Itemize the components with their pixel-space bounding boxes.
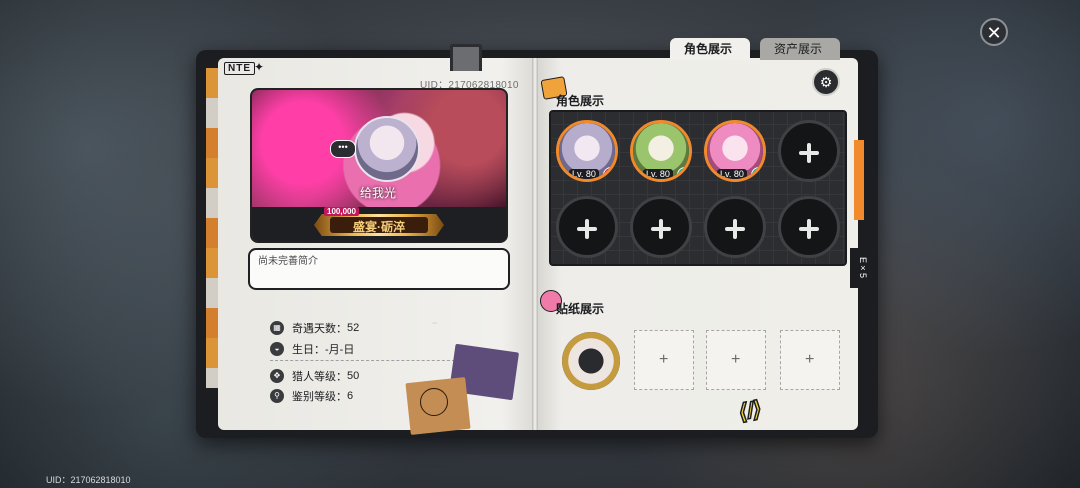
character-slot[interactable]: Lv. 80 [630,120,692,182]
tab-asset-display[interactable]: 资产展示 [760,38,840,60]
character-slot[interactable]: Lv. 80 [704,120,766,182]
character-level: Lv. 80 [569,169,599,179]
section-title-characters: 角色展示 [556,94,605,108]
book-spine [532,58,538,430]
character-level: Lv. 80 [717,169,747,179]
bear-doodle-icon [420,388,448,416]
sticker-slot-empty[interactable]: + [706,330,766,390]
hunter-icon: ✥ [270,369,284,383]
settings-button[interactable]: ⚙ [812,68,840,96]
sticker-slot-empty[interactable]: + [780,330,840,390]
empty-character-slot[interactable] [778,196,840,258]
tab-character-display[interactable]: 角色展示 [670,38,750,60]
sticker-slot-filled[interactable] [562,332,620,390]
footer-uid: UID：217062818010 [46,475,131,485]
gear-icon: ⚙ [819,74,833,90]
stat-appraisal-level: ⚲ 鉴别等级：6 [270,388,353,404]
player-name: 给我光 [360,186,397,200]
plus-icon: + [731,351,741,368]
stat-label: 生日： [292,344,325,356]
magnifier-icon: ⚲ [270,389,284,403]
sparkle-icon: ✦ [254,60,265,74]
character-slot[interactable]: Lv. 80 [556,120,618,182]
plus-icon: + [805,351,815,368]
section-title-stickers: 贴纸展示 [556,302,605,316]
plus-icon: + [659,351,669,368]
stat-label: 猎人等级： [292,371,347,383]
empty-character-slot[interactable] [556,196,618,258]
avatar[interactable] [354,116,420,182]
watermark-scribble: ~ [431,317,438,329]
player-title: 盛宴·砺淬 [353,220,405,234]
bio-text: 尚未完善简介 [258,256,318,267]
graffiti-decoration: ⟨/⟩ [735,395,764,426]
stat-hunter-level: ✥ 猎人等级：50 [270,368,359,384]
cake-icon: ◒ [270,342,284,356]
stat-value: 52 [347,322,360,334]
stat-value: -月-日 [325,344,355,356]
stat-label: 鉴别等级： [292,391,347,403]
empty-character-slot[interactable] [778,120,840,182]
game-logo: NTE [224,62,255,75]
close-icon: ✕ [986,23,1002,43]
empty-character-slot[interactable] [630,196,692,258]
stat-value: 50 [347,370,360,382]
close-button[interactable]: ✕ [980,18,1008,46]
decorative-tape-right [854,140,864,220]
stat-value: 6 [347,390,354,402]
stat-label: 奇遇天数： [292,323,347,335]
divider [270,360,460,361]
calendar-icon: ▦ [270,321,284,335]
stat-birthday: ◒ 生日：-月-日 [270,341,354,357]
side-tag: E×5 [850,248,868,288]
chat-icon: ••• [330,140,356,158]
sticker-slot-empty[interactable]: + [634,330,694,390]
binder-clip [450,44,482,71]
empty-character-slot[interactable] [704,196,766,258]
character-level: Lv. 80 [643,169,673,179]
badge-number: 100,000 [324,207,359,216]
stat-encounter-days: ▦ 奇遇天数：52 [270,320,359,336]
